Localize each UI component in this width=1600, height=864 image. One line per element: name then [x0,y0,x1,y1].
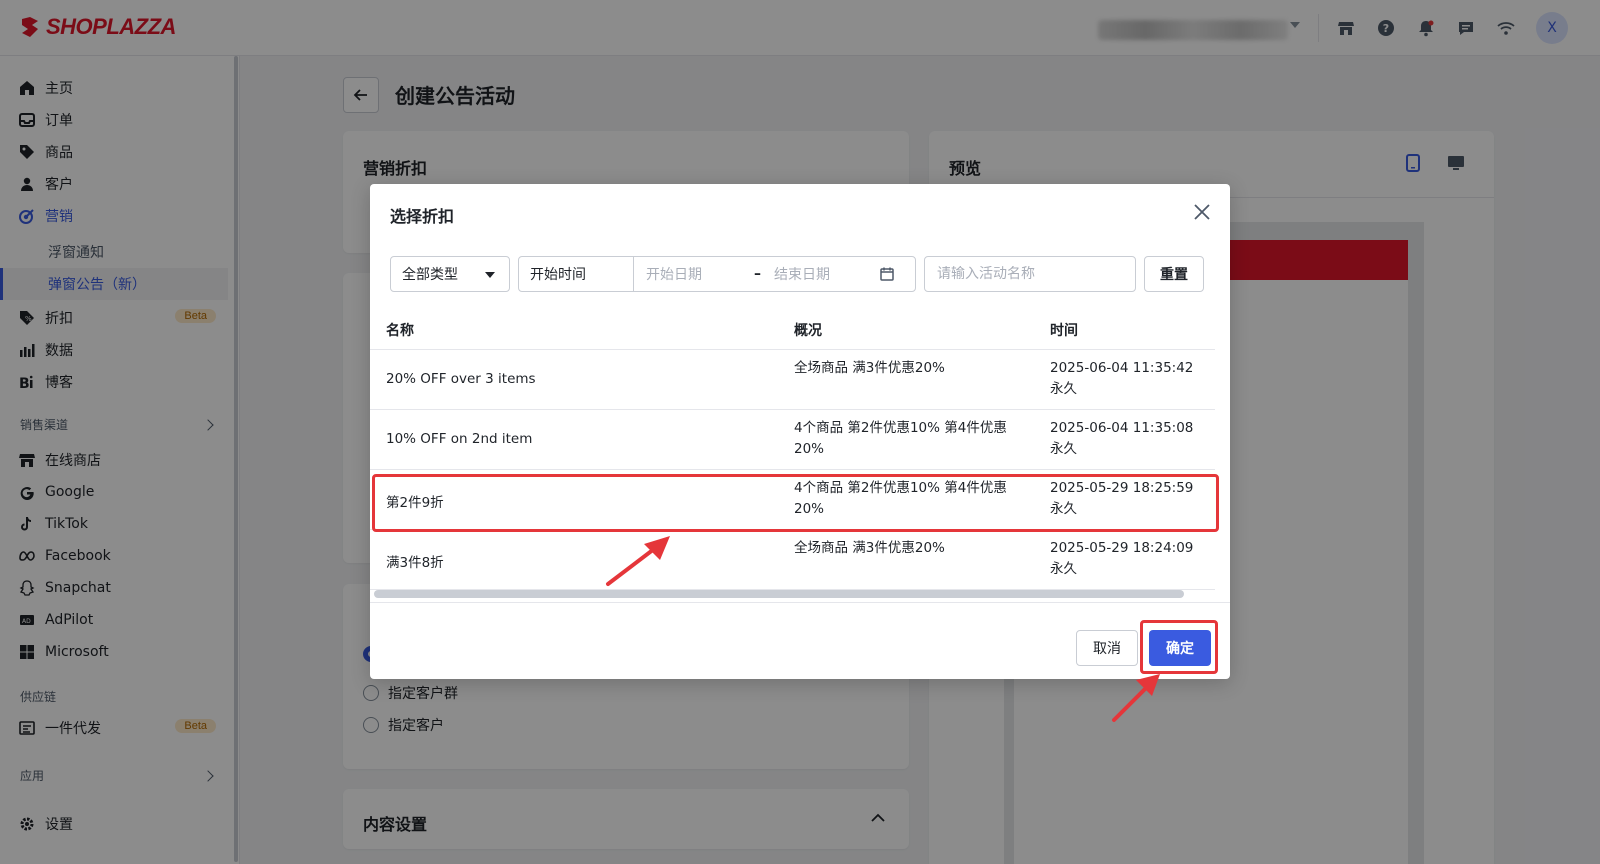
table-row[interactable]: 满3件8折 全场商品 满3件优惠20% 2025-05-29 18:24:09 永… [370,530,1215,590]
calendar-icon[interactable] [880,267,894,281]
discount-overview: 全场商品 满3件优惠20% [794,540,945,556]
discount-time: 2025-06-04 11:35:42 永久 [1050,360,1194,397]
table-row[interactable]: 10% OFF on 2nd item 4个商品 第2件优惠10% 第4件优惠2… [370,410,1215,470]
type-select-value: 全部类型 [402,267,458,283]
activity-name-input[interactable] [937,266,1127,282]
discount-overview: 4个商品 第2件优惠10% 第4件优惠20% [794,420,1007,457]
discount-name: 满3件8折 [386,555,444,571]
discount-name: 10% OFF on 2nd item [386,431,533,447]
column-header-overview: 概况 [794,323,822,339]
discount-time: 2025-06-04 11:35:08 永久 [1050,420,1194,457]
column-header-name: 名称 [386,323,414,339]
close-icon[interactable] [1192,202,1212,222]
date-separator: – [754,266,761,282]
column-header-time: 时间 [1050,323,1078,339]
divider [370,602,1230,603]
discount-name: 20% OFF over 3 items [386,371,536,387]
dialog-title: 选择折扣 [390,207,455,226]
date-range-picker[interactable]: 开始时间 开始日期 – 结束日期 [518,256,916,292]
caret-down-icon [485,272,495,278]
horizontal-scrollbar[interactable] [374,590,1184,598]
cancel-button[interactable]: 取消 [1076,630,1138,666]
table-header: 名称 概况 时间 [370,308,1215,350]
annotation-arrow-icon [606,536,670,586]
annotation-arrow-icon [1112,674,1160,722]
start-date-input[interactable]: 开始日期 [634,264,754,284]
end-date-input[interactable]: 结束日期 [774,264,880,284]
table-row[interactable]: 20% OFF over 3 items 全场商品 满3件优惠20% 2025-… [370,350,1215,410]
highlight-confirm-button [1140,620,1218,674]
discount-time: 2025-05-29 18:24:09 永久 [1050,540,1194,577]
reset-button[interactable]: 重置 [1144,256,1204,292]
type-select[interactable]: 全部类型 [390,256,510,292]
discount-overview: 全场商品 满3件优惠20% [794,360,945,376]
date-type-label[interactable]: 开始时间 [519,257,634,291]
highlight-selected-row [372,474,1219,532]
select-discount-dialog: 选择折扣 全部类型 开始时间 开始日期 – 结束日期 重置 名称 概况 时间 2… [370,184,1230,679]
search-field[interactable] [924,256,1136,292]
